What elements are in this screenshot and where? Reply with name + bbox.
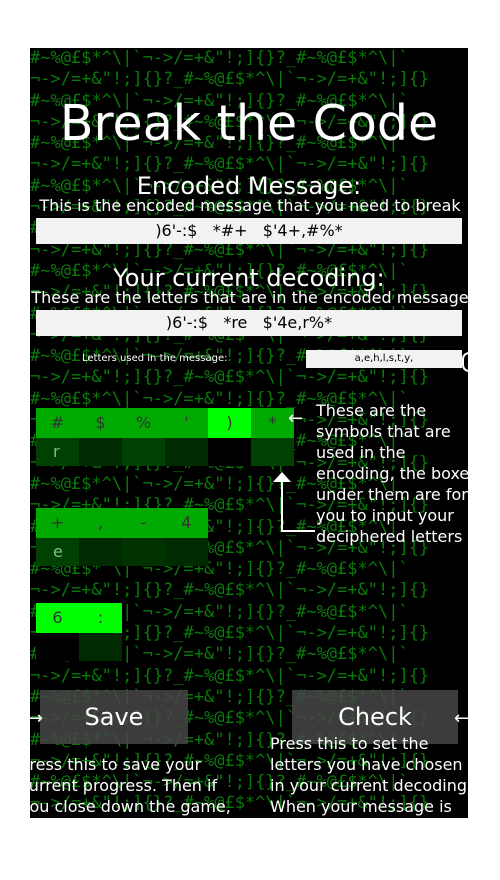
symbols-hint: These are the symbols that are used in t…: [316, 400, 468, 547]
letter-input[interactable]: [36, 633, 79, 661]
symbol-cell: ': [165, 408, 208, 438]
letter-input[interactable]: e: [36, 538, 79, 566]
arrow-right-icon: →: [30, 708, 44, 729]
check-hint-line: letters you have chosen: [270, 755, 463, 774]
letter-input[interactable]: [165, 538, 208, 566]
symbol-cell: %: [122, 408, 165, 438]
symbol-cell: ): [208, 408, 251, 438]
letters-used-value: a,e,h,l,s,t,y,: [306, 350, 462, 368]
letter-input[interactable]: [79, 438, 122, 466]
save-hint-line: current progress. Then if: [30, 776, 218, 795]
symbol-cell: ,: [79, 508, 122, 538]
encoded-message: )6'-:$ *#+ $'4+,#%*: [36, 218, 462, 244]
encoded-hint: This is the encoded message that you nee…: [39, 196, 461, 215]
letter-input[interactable]: [251, 438, 294, 466]
symbols-hint-line: encoding, the boxes: [316, 464, 468, 483]
save-hint-line: Press this to save your: [30, 755, 202, 774]
symbol-cell: 6: [36, 603, 79, 633]
save-hint: Press this to save your current progress…: [30, 754, 231, 817]
symbol-cell: :: [79, 603, 122, 633]
symbol-cell: 4: [165, 508, 208, 538]
background-line: ¬->/=+&"!;]{}?_#~%@£$*^\|`¬->/=+&"!;]{}: [30, 580, 430, 601]
symbol-cell: -: [122, 508, 165, 538]
bracket-arrow-icon: [268, 468, 316, 532]
symbols-hint-line: you to input your: [316, 506, 454, 525]
letter-input[interactable]: [122, 438, 165, 466]
symbols-hint-line: These are the: [316, 401, 427, 420]
arrow-left-icon: ←: [454, 708, 468, 729]
save-button[interactable]: Save: [40, 690, 188, 744]
letter-input[interactable]: [79, 633, 122, 661]
save-hint-line: you close down the game,: [30, 797, 231, 816]
letters-used-label: Letters used in the message:: [82, 353, 228, 364]
symbol-cell: $: [79, 408, 122, 438]
background-line: ¬->/=+&"!;]{}?_#~%@£$*^\|`¬->/=+&"!;]{}: [30, 69, 430, 90]
symbol-cell: +: [36, 508, 79, 538]
symbols-hint-line: used in the: [316, 443, 406, 462]
letter-input[interactable]: r: [36, 438, 79, 466]
letters-toggle-icon[interactable]: [462, 352, 468, 372]
symbols-hint-line: symbols that are: [316, 422, 451, 441]
background-line: #~%@£$*^\|`¬->/=+&"!;]{}?_#~%@£$*^\|`: [30, 48, 409, 68]
decoding-hint: These are the letters that are in the en…: [31, 288, 468, 307]
background-line: ¬->/=+&"!;]{}?_#~%@£$*^\|`¬->/=+&"!;]{}: [30, 665, 430, 686]
check-hint: Press this to set the letters you have c…: [270, 733, 468, 817]
check-hint-line: When your message is: [270, 797, 452, 816]
letter-input[interactable]: [208, 438, 251, 466]
letter-input[interactable]: [79, 538, 122, 566]
check-hint-line: in your current decoding.: [270, 776, 468, 795]
page-title: Break the Code: [59, 95, 439, 152]
check-hint-line: Press this to set the: [270, 734, 429, 753]
current-decoding: )6'-:$ *re $'4e,r%*: [36, 310, 462, 336]
arrow-left-icon: ←: [288, 408, 304, 429]
letter-input[interactable]: [122, 538, 165, 566]
symbols-hint-line: deciphered letters: [316, 527, 463, 546]
background-line: ¬->/=+&"!;]{}?_#~%@£$*^\|`¬->/=+&"!;]{}: [30, 367, 430, 388]
game-screen: #~%@£$*^\|`¬->/=+&"!;]{}?_#~%@£$*^\|` ¬->…: [30, 48, 468, 818]
symbols-hint-line: under them are for: [316, 485, 468, 504]
symbol-cell: #: [36, 408, 79, 438]
letter-input[interactable]: [165, 438, 208, 466]
